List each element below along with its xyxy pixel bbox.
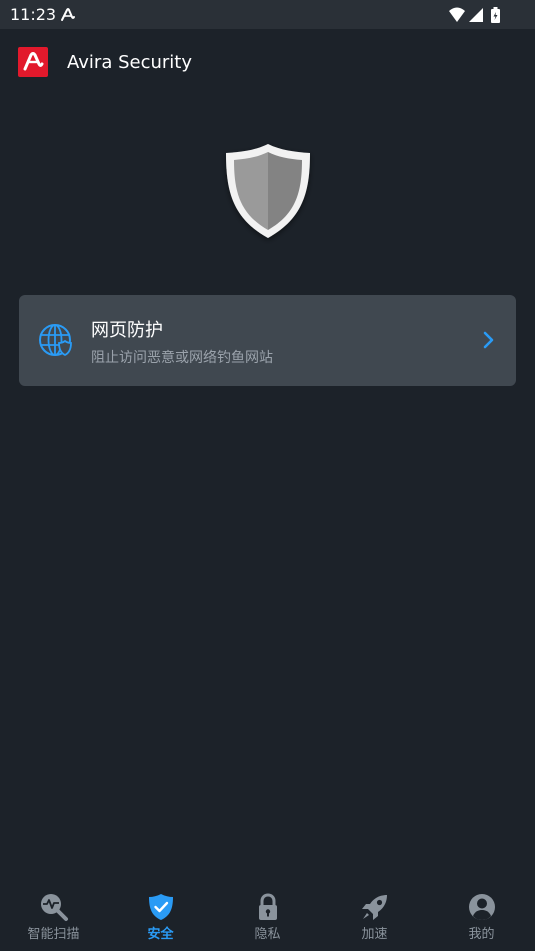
shield-check-icon <box>148 894 173 920</box>
nav-item-profile[interactable]: 我的 <box>428 880 535 951</box>
app-title: Avira Security <box>67 52 192 73</box>
card-title: 网页防护 <box>91 320 163 341</box>
avira-notification-icon <box>61 8 75 21</box>
nav-label-security: 安全 <box>147 927 174 942</box>
bottom-navigation: 智能扫描 安全 隐私 加速 我的 <box>0 880 535 951</box>
security-shield-icon <box>226 144 310 238</box>
nav-label-speed-up: 加速 <box>361 927 388 942</box>
status-time: 11:23 <box>10 5 57 24</box>
lock-icon <box>258 893 277 920</box>
profile-icon <box>468 894 495 920</box>
rocket-icon <box>361 895 387 920</box>
nav-item-privacy[interactable]: 隐私 <box>214 880 321 951</box>
avira-logo <box>18 47 48 77</box>
status-indicators <box>449 7 500 23</box>
globe-shield-icon <box>39 324 72 357</box>
nav-label-privacy: 隐私 <box>254 927 281 942</box>
nav-item-smart-scan[interactable]: 智能扫描 <box>0 880 107 951</box>
app-bar: Avira Security <box>0 29 535 95</box>
nav-item-speed-up[interactable]: 加速 <box>321 880 428 951</box>
card-subtitle: 阻止访问恶意或网络钓鱼网站 <box>91 350 273 366</box>
cellular-signal-icon <box>469 8 483 22</box>
web-protection-card[interactable]: 网页防护 阻止访问恶意或网络钓鱼网站 <box>19 295 516 386</box>
chevron-right-icon <box>483 331 494 349</box>
avira-logo-icon <box>23 52 44 71</box>
scan-icon <box>40 894 68 921</box>
battery-charging-icon <box>491 7 500 23</box>
status-bar: 11:23 <box>0 0 535 29</box>
nav-label-profile: 我的 <box>468 927 495 942</box>
nav-item-security[interactable]: 安全 <box>107 880 214 951</box>
nav-label-smart-scan: 智能扫描 <box>27 927 80 942</box>
wifi-icon <box>449 7 465 22</box>
